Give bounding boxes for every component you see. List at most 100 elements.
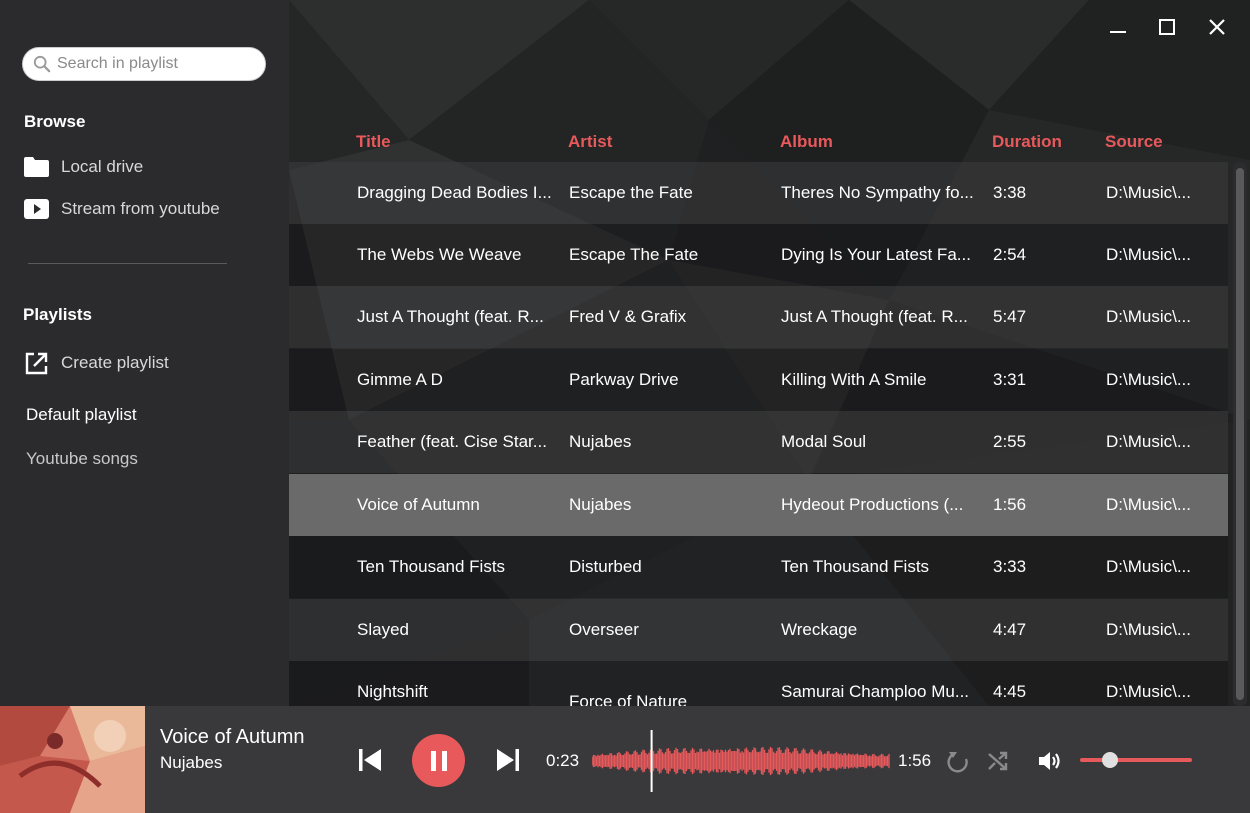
scrollbar-thumb[interactable] bbox=[1236, 168, 1244, 700]
column-header-artist[interactable]: Artist bbox=[568, 132, 612, 152]
browse-heading: Browse bbox=[24, 112, 86, 131]
nav-local-drive[interactable]: Local drive bbox=[24, 156, 143, 178]
pause-button[interactable] bbox=[412, 734, 465, 787]
cell-artist: Fred V & Grafix bbox=[569, 307, 687, 326]
waveform-seekbar[interactable] bbox=[592, 730, 890, 792]
player-bar: Voice of Autumn Nujabes 0:23 1:56 bbox=[0, 706, 1250, 813]
volume-icon bbox=[1039, 752, 1060, 770]
cell-artist: Parkway Drive bbox=[569, 370, 679, 389]
cell-source: D:\Music\... bbox=[1106, 370, 1192, 389]
cell-duration: 3:33 bbox=[993, 557, 1027, 576]
minimize-button[interactable] bbox=[1105, 14, 1131, 40]
playlists-heading: Playlists bbox=[23, 305, 92, 324]
volume-button[interactable] bbox=[1036, 748, 1064, 774]
maximize-icon bbox=[1159, 19, 1175, 35]
table-row[interactable]: Feather (feat. Cise Star... Nujabes Moda… bbox=[289, 411, 1228, 473]
cell-source: D:\Music\... bbox=[1106, 307, 1192, 326]
cell-album: Hydeout Productions (... bbox=[781, 495, 964, 514]
previous-icon bbox=[359, 749, 381, 771]
sidebar-divider bbox=[28, 263, 227, 264]
nav-stream-youtube-label: Stream from youtube bbox=[61, 199, 220, 218]
cell-source: D:\Music\... bbox=[1106, 495, 1192, 514]
create-playlist-button[interactable]: Create playlist bbox=[24, 352, 169, 374]
maximize-button[interactable] bbox=[1154, 14, 1180, 40]
cell-title: Gimme A D bbox=[357, 370, 443, 389]
cell-duration: 3:38 bbox=[993, 183, 1027, 202]
cell-duration: 4:45 bbox=[993, 682, 1027, 701]
table-row[interactable]: The Webs We Weave Escape The Fate Dying … bbox=[289, 224, 1228, 286]
table-row[interactable]: Just A Thought (feat. R... Fred V & Graf… bbox=[289, 286, 1228, 348]
cell-artist: Nujabes bbox=[569, 432, 632, 451]
cell-source: D:\Music\... bbox=[1106, 432, 1192, 451]
playlist-item-default[interactable]: Default playlist bbox=[26, 405, 137, 425]
cell-artist: Force of Nature bbox=[569, 692, 688, 706]
cell-title: Nightshift bbox=[357, 682, 428, 701]
cell-artist: Escape The Fate bbox=[569, 245, 699, 264]
volume-slider[interactable] bbox=[1080, 758, 1192, 762]
now-playing-artist: Nujabes bbox=[160, 753, 223, 772]
table-row[interactable]: Dragging Dead Bodies I... Escape the Fat… bbox=[289, 162, 1228, 224]
repeat-button[interactable] bbox=[945, 748, 971, 774]
column-header-duration[interactable]: Duration bbox=[992, 132, 1062, 152]
table-row-selected[interactable]: Voice of Autumn Nujabes Hydeout Producti… bbox=[289, 474, 1228, 536]
table-row[interactable]: Slayed Overseer Wreckage 4:47 D:\Music\.… bbox=[289, 599, 1228, 661]
cell-title: Voice of Autumn bbox=[357, 495, 480, 514]
cell-title: The Webs We Weave bbox=[357, 245, 522, 264]
nav-local-drive-label: Local drive bbox=[61, 157, 144, 176]
pause-icon bbox=[430, 750, 447, 771]
album-cover[interactable] bbox=[0, 706, 145, 813]
cell-source: D:\Music\... bbox=[1106, 183, 1192, 202]
close-button[interactable] bbox=[1204, 14, 1230, 40]
column-header-source[interactable]: Source bbox=[1105, 132, 1163, 152]
repeat-icon bbox=[947, 752, 968, 773]
cell-album: Theres No Sympathy fo... bbox=[781, 183, 974, 202]
cell-duration: 2:55 bbox=[993, 432, 1027, 451]
cell-album: Samurai Champloo Mu... bbox=[781, 682, 970, 701]
cell-title: Just A Thought (feat. R... bbox=[357, 307, 544, 326]
cell-source: D:\Music\... bbox=[1106, 245, 1192, 264]
cell-title: Slayed bbox=[357, 620, 409, 639]
shuffle-button[interactable] bbox=[985, 748, 1011, 774]
cell-album: Wreckage bbox=[781, 620, 858, 639]
cell-duration: 2:54 bbox=[993, 245, 1027, 264]
table-row[interactable]: Nightshift Force of Nature Samurai Champ… bbox=[289, 661, 1228, 706]
cell-duration: 1:56 bbox=[993, 495, 1027, 514]
cell-title: Dragging Dead Bodies I... bbox=[357, 183, 552, 202]
cell-album: Dying Is Your Latest Fa... bbox=[781, 245, 971, 264]
playlist-item-youtube-songs[interactable]: Youtube songs bbox=[26, 449, 138, 469]
cell-artist: Nujabes bbox=[569, 495, 632, 514]
cell-source: D:\Music\... bbox=[1106, 620, 1192, 639]
now-playing-title: Voice of Autumn bbox=[160, 726, 305, 748]
search-box[interactable] bbox=[22, 47, 266, 81]
cell-album: Just A Thought (feat. R... bbox=[781, 307, 968, 326]
volume-slider-handle[interactable] bbox=[1102, 752, 1118, 768]
cell-album: Ten Thousand Fists bbox=[781, 557, 930, 576]
cell-source: D:\Music\... bbox=[1106, 557, 1192, 576]
search-input[interactable] bbox=[57, 55, 257, 73]
next-button[interactable] bbox=[494, 746, 522, 774]
cell-artist: Disturbed bbox=[569, 557, 642, 576]
column-header-title[interactable]: Title bbox=[356, 132, 391, 152]
cell-artist: Escape the Fate bbox=[569, 183, 693, 202]
table-row[interactable]: Ten Thousand Fists Disturbed Ten Thousan… bbox=[289, 536, 1228, 598]
minimize-icon bbox=[1110, 31, 1126, 33]
shuffle-icon bbox=[988, 751, 1008, 771]
cell-duration: 3:31 bbox=[993, 370, 1027, 389]
main-panel: Title Artist Album Duration Source Dragg… bbox=[289, 0, 1250, 706]
elapsed-time: 0:23 bbox=[546, 751, 580, 770]
previous-button[interactable] bbox=[356, 746, 384, 774]
column-header-album[interactable]: Album bbox=[780, 132, 833, 152]
vertical-scrollbar[interactable] bbox=[1233, 162, 1247, 706]
create-playlist-icon bbox=[24, 352, 49, 374]
cell-title: Feather (feat. Cise Star... bbox=[357, 432, 547, 451]
create-playlist-label: Create playlist bbox=[61, 353, 169, 372]
table-row[interactable]: Gimme A D Parkway Drive Killing With A S… bbox=[289, 349, 1228, 411]
youtube-play-icon bbox=[24, 198, 49, 220]
cell-duration: 5:47 bbox=[993, 307, 1027, 326]
table-header: Title Artist Album Duration Source bbox=[289, 132, 1229, 156]
close-icon bbox=[1209, 19, 1225, 35]
cell-source: D:\Music\... bbox=[1106, 682, 1192, 701]
total-time: 1:56 bbox=[898, 751, 932, 770]
next-icon bbox=[497, 749, 519, 771]
nav-stream-youtube[interactable]: Stream from youtube bbox=[24, 198, 220, 220]
